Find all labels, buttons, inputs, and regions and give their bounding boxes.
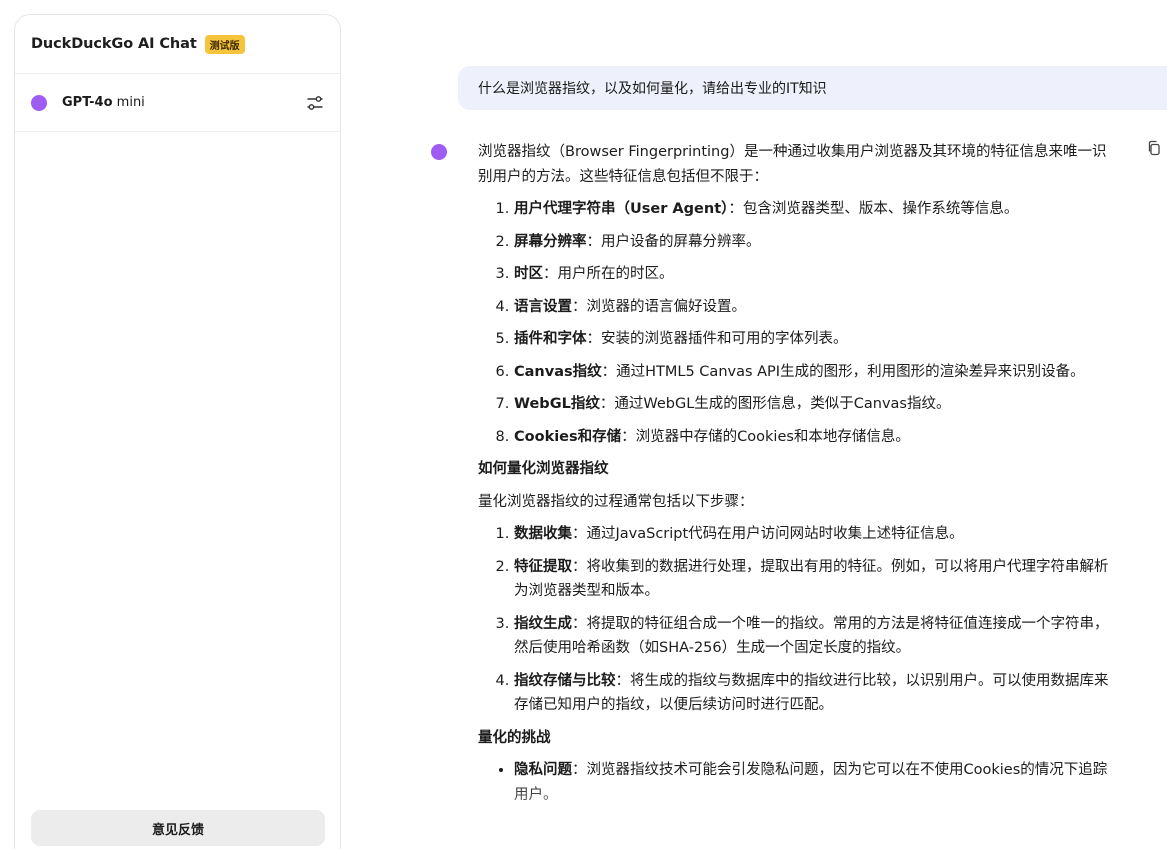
- list-item: 数据收集：通过JavaScript代码在用户访问网站时收集上述特征信息。: [514, 522, 1110, 547]
- list-item-desc: ：将收集到的数据进行处理，提取出有用的特征。例如，可以将用户代理字符串解析为浏览…: [514, 558, 1109, 600]
- list-item-desc: ：用户所在的时区。: [543, 266, 674, 282]
- list-item-term: 插件和字体: [514, 331, 587, 347]
- list-item-term: Canvas指纹: [514, 363, 602, 380]
- model-name: GPT-4o mini: [62, 95, 145, 110]
- list-item-desc: ：安装的浏览器插件和可用的字体列表。: [586, 331, 848, 347]
- model-name-suffix: mini: [112, 95, 145, 110]
- list-item-term: 数据收集: [514, 526, 572, 542]
- list-item: 屏幕分辨率：用户设备的屏幕分辨率。: [514, 230, 1110, 255]
- features-list: 用户代理字符串（User Agent）：包含浏览器类型、版本、操作系统等信息。屏…: [478, 197, 1110, 449]
- list-item-term: 特征提取: [514, 558, 572, 575]
- list-item: Cookies和存储：浏览器中存储的Cookies和本地存储信息。: [514, 425, 1110, 450]
- list-item: 指纹存储与比较：将生成的指纹与数据库中的指纹进行比较，以识别用户。可以使用数据库…: [514, 669, 1110, 718]
- heading-challenges: 量化的挑战: [478, 729, 551, 746]
- list-item-desc: ：浏览器指纹技术可能会引发隐私问题，因为它可以在不使用Cookies的情况下追踪…: [514, 762, 1108, 803]
- list-item-desc: ：将提取的特征组合成一个唯一的指纹。常用的方法是将特征值连接成一个字符串，然后使…: [514, 615, 1109, 657]
- list-item-term: WebGL指纹: [514, 396, 600, 412]
- list-item-term: 语言设置: [514, 298, 572, 315]
- list-item-desc: ：包含浏览器类型、版本、操作系统等信息。: [728, 201, 1019, 217]
- list-item: 插件和字体：安装的浏览器插件和可用的字体列表。: [514, 327, 1110, 352]
- sidebar: DuckDuckGo AI Chat 测试版 GPT-4o mini 意见反馈: [14, 14, 341, 849]
- list-item-desc: ：通过WebGL生成的图形信息，类似于Canvas指纹。: [599, 396, 951, 412]
- list-item: 指纹生成：将提取的特征组合成一个唯一的指纹。常用的方法是将特征值连接成一个字符串…: [514, 612, 1110, 661]
- list-item-term: 指纹存储与比较: [514, 672, 616, 689]
- list-item: Canvas指纹：通过HTML5 Canvas API生成的图形，利用图形的渲染…: [514, 360, 1110, 385]
- list-item-term: 用户代理字符串（User Agent）: [514, 201, 729, 217]
- model-name-main: GPT-4o: [62, 95, 113, 110]
- model-selector[interactable]: GPT-4o mini: [15, 74, 340, 132]
- list-item-term: 指纹生成: [514, 615, 572, 632]
- list-item-term: 时区: [514, 266, 543, 282]
- user-message: 什么是浏览器指纹，以及如何量化，请给出专业的IT知识: [458, 66, 1167, 110]
- list-item: 语言设置：浏览器的语言偏好设置。: [514, 295, 1110, 320]
- assistant-avatar-icon: [431, 144, 447, 160]
- app-title: DuckDuckGo AI Chat: [31, 36, 197, 52]
- feedback-button[interactable]: 意见反馈: [31, 810, 325, 846]
- list-item-desc: ：浏览器中存储的Cookies和本地存储信息。: [621, 428, 910, 445]
- list-item-desc: ：浏览器的语言偏好设置。: [572, 298, 746, 315]
- heading-quantify: 如何量化浏览器指纹: [478, 461, 609, 477]
- model-dot-icon: [31, 94, 47, 111]
- list-item-term: Cookies和存储: [514, 428, 622, 445]
- list-item: 时区：用户所在的时区。: [514, 262, 1110, 287]
- steps-list: 数据收集：通过JavaScript代码在用户访问网站时收集上述特征信息。特征提取…: [478, 522, 1110, 718]
- sidebar-header: DuckDuckGo AI Chat 测试版: [15, 15, 340, 74]
- beta-badge: 测试版: [204, 34, 245, 54]
- list-item-term: 屏幕分辨率: [514, 233, 587, 250]
- challenges-list: 隐私问题：浏览器指纹技术可能会引发隐私问题，因为它可以在不使用Cookies的情…: [478, 758, 1110, 807]
- user-message-text: 什么是浏览器指纹，以及如何量化，请给出专业的IT知识: [478, 81, 827, 97]
- list-item: 特征提取：将收集到的数据进行处理，提取出有用的特征。例如，可以将用户代理字符串解…: [514, 555, 1110, 604]
- list-item-desc: ：通过JavaScript代码在用户访问网站时收集上述特征信息。: [572, 526, 964, 542]
- list-item-desc: ：用户设备的屏幕分辨率。: [586, 233, 761, 250]
- answer-intro: 浏览器指纹（Browser Fingerprinting）是一种通过收集用户浏览…: [478, 144, 1107, 185]
- list-item: WebGL指纹：通过WebGL生成的图形信息，类似于Canvas指纹。: [514, 392, 1110, 417]
- list-item-term: 隐私问题: [514, 762, 572, 778]
- sliders-icon[interactable]: [306, 94, 324, 112]
- copy-icon[interactable]: [1146, 140, 1162, 156]
- assistant-message: 浏览器指纹（Browser Fingerprinting）是一种通过收集用户浏览…: [478, 140, 1110, 840]
- list-item: 用户代理字符串（User Agent）：包含浏览器类型、版本、操作系统等信息。: [514, 197, 1110, 222]
- list-item-desc: ：通过HTML5 Canvas API生成的图形，利用图形的渲染差异来识别设备。: [601, 363, 1085, 380]
- list-item: 隐私问题：浏览器指纹技术可能会引发隐私问题，因为它可以在不使用Cookies的情…: [514, 758, 1110, 807]
- quantify-intro: 量化浏览器指纹的过程通常包括以下步骤：: [478, 493, 754, 510]
